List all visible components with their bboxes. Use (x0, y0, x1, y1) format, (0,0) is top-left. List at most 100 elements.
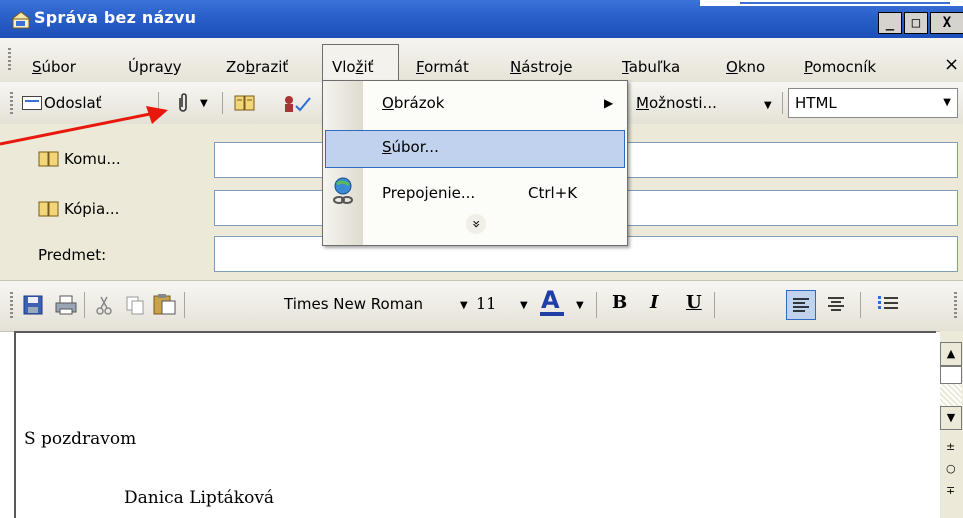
menu-tabulka[interactable]: Tabuľka (622, 58, 680, 76)
menu-okno-key: O (726, 58, 738, 76)
toolbar2-separator-1 (84, 292, 85, 318)
menu-nastroje-rest: ástroje (521, 58, 573, 76)
paste-icon[interactable] (152, 292, 178, 320)
attach-dropdown-chevron-icon[interactable]: ▼ (200, 98, 208, 109)
cut-icon[interactable] (94, 294, 114, 320)
menu-upravy[interactable]: Úpravy (128, 58, 182, 76)
menu-nastroje-key: N (510, 58, 522, 76)
scroll-down-icon[interactable]: ▼ (940, 406, 962, 430)
bold-button[interactable]: B (612, 292, 627, 313)
italic-button[interactable]: I (650, 292, 658, 313)
menu-item-obrazok[interactable]: Obrázok (382, 94, 444, 112)
next-page-icon[interactable]: ∓ (946, 484, 955, 497)
options-button[interactable]: Možnosti... (636, 94, 717, 112)
hyperlink-icon (330, 176, 356, 210)
font-size-value[interactable]: 11 (476, 294, 496, 313)
font-name-select[interactable]: Times New Roman (282, 292, 452, 320)
font-color-chevron-icon[interactable]: ▼ (576, 300, 584, 311)
menu-item-obrazok-rest: brázok (393, 94, 445, 112)
menu-item-subor[interactable]: Súbor... (382, 138, 439, 156)
menu-pomocnik-rest: omocník (812, 58, 877, 76)
font-size-chevron-icon[interactable]: ▼ (520, 300, 528, 311)
scroll-track[interactable] (940, 384, 962, 406)
menubar-grip[interactable] (8, 48, 11, 72)
menu-tabulka-rest: abuľka (628, 58, 681, 76)
menu-tabulka-key: T (622, 58, 629, 76)
menu-vlozit-b: iť (363, 58, 374, 76)
menu-format-rest: ormát (424, 58, 469, 76)
minimize-button[interactable]: _ (878, 12, 902, 34)
menu-subor-rest: úbor (41, 58, 76, 76)
scroll-thumb[interactable] (940, 366, 962, 384)
menu-format-key: F (416, 58, 425, 76)
toolbar2-end-grip[interactable] (954, 292, 957, 318)
menu-zobrazit-a: Zo (226, 58, 246, 76)
toolbar2-grip[interactable] (10, 292, 13, 318)
menu-zobrazit[interactable]: Zobraziť (226, 58, 288, 76)
menu-upravy-key: v (163, 58, 173, 76)
toolbar2-separator-5 (860, 292, 861, 318)
cc-address-book-icon (38, 200, 60, 222)
save-icon[interactable] (22, 294, 44, 320)
numbering-icon[interactable] (874, 290, 902, 322)
toolbar1-separator-2 (222, 92, 223, 114)
insert-menu-highlight (325, 130, 625, 168)
menu-vlozit[interactable]: Vložiť (332, 58, 374, 76)
address-book-icon[interactable] (234, 94, 256, 116)
menu-okno[interactable]: Okno (726, 58, 765, 76)
align-left-button[interactable] (786, 290, 816, 320)
menu-item-prepojenie-b: enie... (428, 184, 476, 202)
expand-menu-icon[interactable]: » (466, 214, 486, 234)
menu-subor-key: S (32, 58, 42, 76)
menu-upravy-label: Úpra (128, 58, 164, 76)
options-chevron-icon[interactable]: ▼ (764, 100, 772, 111)
previous-page-icon[interactable]: ± (946, 440, 955, 453)
align-left-icon (793, 298, 809, 312)
options-rest: ožnosti... (648, 94, 717, 112)
menu-format[interactable]: Formát (416, 58, 469, 76)
menu-zobrazit-key: b (245, 58, 255, 76)
menubar-close-icon[interactable]: × (944, 54, 959, 75)
close-window-button[interactable]: X (930, 12, 963, 34)
print-icon[interactable] (54, 294, 78, 320)
scroll-up-icon[interactable]: ▲ (940, 342, 962, 366)
message-body[interactable]: S pozdravom Danica Liptáková (14, 331, 936, 518)
menu-subor[interactable]: Súbor (32, 58, 76, 76)
window-title: Správa bez názvu (34, 8, 197, 27)
menu-zobrazit-b: raziť (254, 58, 289, 76)
menu-okno-rest: kno (737, 58, 766, 76)
message-format-select[interactable]: HTML ▼ (788, 88, 958, 118)
align-center-icon[interactable] (822, 290, 850, 322)
menu-vlozit-a: Vlo (332, 58, 356, 76)
menu-item-prepojenie-a: Prepo (382, 184, 425, 202)
message-window-icon (10, 10, 32, 30)
font-color-letter: A (541, 286, 560, 314)
toolbar2-separator-3 (596, 292, 597, 318)
signature-text: Danica Liptáková (124, 488, 275, 508)
underline-button[interactable]: U (686, 292, 702, 313)
maximize-button[interactable]: □ (904, 12, 928, 34)
font-name-chevron-icon[interactable]: ▼ (460, 300, 468, 311)
annotation-arrow (0, 100, 180, 164)
menu-nastroje[interactable]: Nástroje (510, 58, 573, 76)
toolbar2-separator-2 (184, 292, 185, 318)
toolbar2-separator-4 (714, 292, 715, 318)
toolbar1-separator-3 (782, 92, 783, 114)
subject-label: Predmet: (38, 246, 107, 264)
message-format-value: HTML (795, 94, 837, 112)
copy-icon[interactable] (124, 294, 146, 320)
browse-object-icon[interactable]: ○ (946, 462, 956, 475)
font-color-icon[interactable]: A (538, 286, 566, 320)
top-strip-underline (740, 2, 950, 4)
cc-button[interactable]: Kópia... (64, 200, 119, 218)
menu-upravy-rest: y (172, 58, 182, 76)
menu-item-prepojenie[interactable]: Prepojenie... (382, 184, 475, 202)
submenu-arrow-icon: ▶ (604, 96, 614, 110)
menu-pomocnik[interactable]: Pomocník (804, 58, 876, 76)
menu-item-obrazok-key: O (382, 94, 394, 112)
font-name-value: Times New Roman (284, 295, 424, 313)
menu-pomocnik-key: P (804, 58, 813, 76)
greeting-text: S pozdravom (24, 429, 137, 449)
check-names-icon[interactable] (282, 94, 312, 118)
message-format-chevron-icon: ▼ (943, 97, 951, 108)
